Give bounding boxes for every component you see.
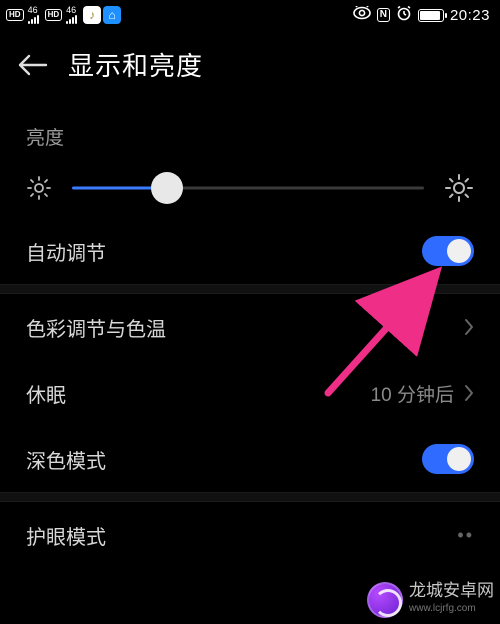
eye-comfort-row[interactable]: 护眼模式 •• [26, 502, 474, 568]
hd-badge: HD [6, 9, 24, 21]
auto-brightness-toggle[interactable] [422, 236, 474, 266]
brightness-slider-thumb[interactable] [151, 172, 183, 204]
chevron-right-icon [464, 318, 474, 336]
page-title: 显示和亮度 [68, 46, 203, 83]
page-header: 显示和亮度 [0, 28, 500, 93]
sleep-row[interactable]: 休眠 10 分钟后 [26, 360, 474, 426]
watermark-url: www.lcjrfg.com [409, 600, 494, 618]
status-right: N 20:23 [353, 5, 490, 25]
dark-mode-row: 深色模式 [26, 426, 474, 492]
sleep-value: 10 分钟后 [371, 380, 454, 407]
brightness-low-icon [26, 175, 52, 201]
color-temp-label: 色彩调节与色温 [26, 313, 166, 342]
app-icon-music: ♪ [83, 6, 101, 24]
eye-comfort-label: 护眼模式 [26, 521, 106, 550]
sim2-signal: 46 [66, 6, 79, 24]
watermark-name: 龙城安卓网 [409, 582, 494, 600]
dark-mode-label: 深色模式 [26, 445, 106, 474]
dark-mode-toggle[interactable] [422, 444, 474, 474]
sim1-signal: 46 [28, 6, 41, 24]
hd-badge-2: HD [45, 9, 63, 21]
back-arrow-icon[interactable] [18, 53, 48, 77]
alarm-icon [396, 5, 412, 25]
brightness-section-label: 亮度 [26, 123, 474, 150]
app-icon-browser: ⌂ [103, 6, 121, 24]
brightness-high-icon [444, 173, 474, 203]
section-divider [0, 284, 500, 294]
eye-comfort-indicator: •• [457, 525, 474, 546]
watermark-logo-icon [367, 582, 403, 618]
clock-time: 20:23 [450, 7, 490, 24]
status-left: HD 46 HD 46 ♪ ⌂ [6, 6, 121, 24]
nfc-icon: N [377, 8, 390, 22]
sleep-label: 休眠 [26, 379, 66, 408]
section-divider [0, 492, 500, 502]
color-temp-row[interactable]: 色彩调节与色温 [26, 294, 474, 360]
auto-brightness-row: 自动调节 [26, 218, 474, 284]
brightness-slider[interactable] [72, 172, 424, 204]
auto-brightness-label: 自动调节 [26, 237, 106, 266]
status-bar: HD 46 HD 46 ♪ ⌂ N 20:23 [0, 0, 500, 28]
watermark: 龙城安卓网 www.lcjrfg.com [367, 582, 494, 618]
battery-icon [418, 9, 444, 22]
brightness-slider-row [26, 172, 474, 204]
chevron-right-icon [464, 384, 474, 402]
eye-comfort-status-icon [353, 6, 371, 24]
